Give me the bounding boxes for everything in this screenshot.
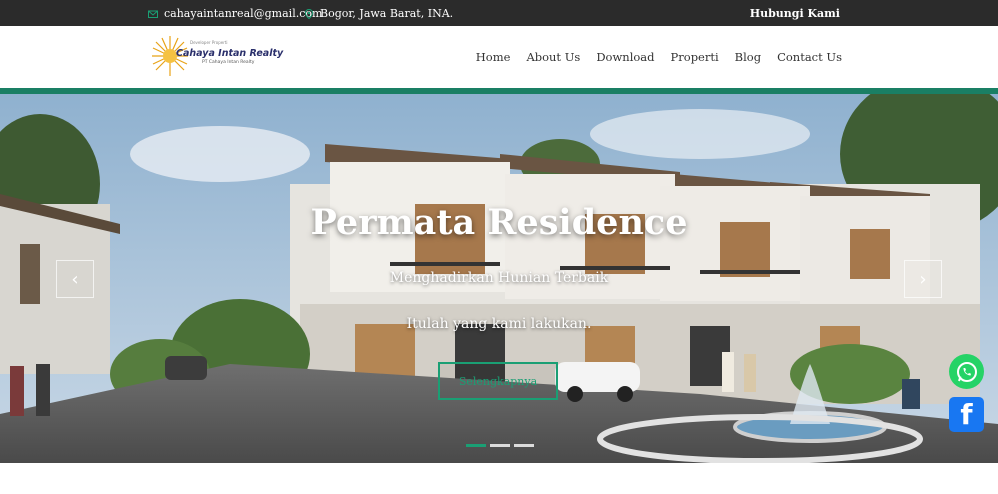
slider-dot-1[interactable] (466, 444, 486, 447)
nav-blog[interactable]: Blog (735, 50, 761, 64)
hero-title: Permata Residence (310, 202, 688, 243)
slider-pagination (466, 444, 534, 447)
top-bar: cahayaintanreal@gmail.com Bogor, Jawa Ba… (0, 0, 998, 26)
logo-toptag: Developer Properti (190, 40, 228, 45)
hero-cta-button[interactable]: Selengkapnya (438, 362, 558, 400)
nav-home[interactable]: Home (476, 50, 511, 64)
email-text: cahayaintanreal@gmail.com (164, 7, 323, 20)
facebook-icon: f (960, 398, 973, 431)
slider-prev-button[interactable]: ‹ (56, 260, 94, 298)
hero-subtitle-2: Itulah yang kami lakukan. (406, 316, 592, 332)
slider-dot-3[interactable] (514, 444, 534, 447)
location-text: Bogor, Jawa Barat, INA. (320, 7, 454, 20)
slider-next-button[interactable]: › (904, 260, 942, 298)
hubungi-kami-link[interactable]: Hubungi Kami (750, 7, 840, 20)
nav-contact-us[interactable]: Contact Us (777, 50, 842, 64)
location-contact: Bogor, Jawa Barat, INA. (304, 7, 453, 20)
slider-dot-2[interactable] (490, 444, 510, 447)
facebook-button[interactable]: f (949, 397, 984, 432)
logo-tagline: PT Cahaya Intan Realty (202, 60, 255, 65)
site-logo[interactable]: Developer Properti Cahaya Intan Realty P… (150, 34, 283, 78)
chevron-right-icon: › (919, 268, 927, 290)
email-contact[interactable]: cahayaintanreal@gmail.com (148, 7, 322, 20)
main-nav: Home About Us Download Properti Blog Con… (476, 50, 842, 64)
whatsapp-button[interactable] (949, 354, 984, 389)
hero-subtitle: Menghadirkan Hunian Terbaik (389, 270, 609, 286)
chevron-left-icon: ‹ (71, 268, 79, 290)
map-pin-icon (304, 8, 314, 19)
hero-slider: Permata Residence Menghadirkan Hunian Te… (0, 94, 998, 463)
nav-about-us[interactable]: About Us (526, 50, 580, 64)
envelope-icon (148, 10, 158, 18)
whatsapp-icon (956, 361, 977, 382)
site-header: Developer Properti Cahaya Intan Realty P… (0, 26, 998, 88)
logo-brand: Cahaya Intan Realty (176, 48, 284, 59)
nav-download[interactable]: Download (596, 50, 654, 64)
nav-properti[interactable]: Properti (671, 50, 719, 64)
